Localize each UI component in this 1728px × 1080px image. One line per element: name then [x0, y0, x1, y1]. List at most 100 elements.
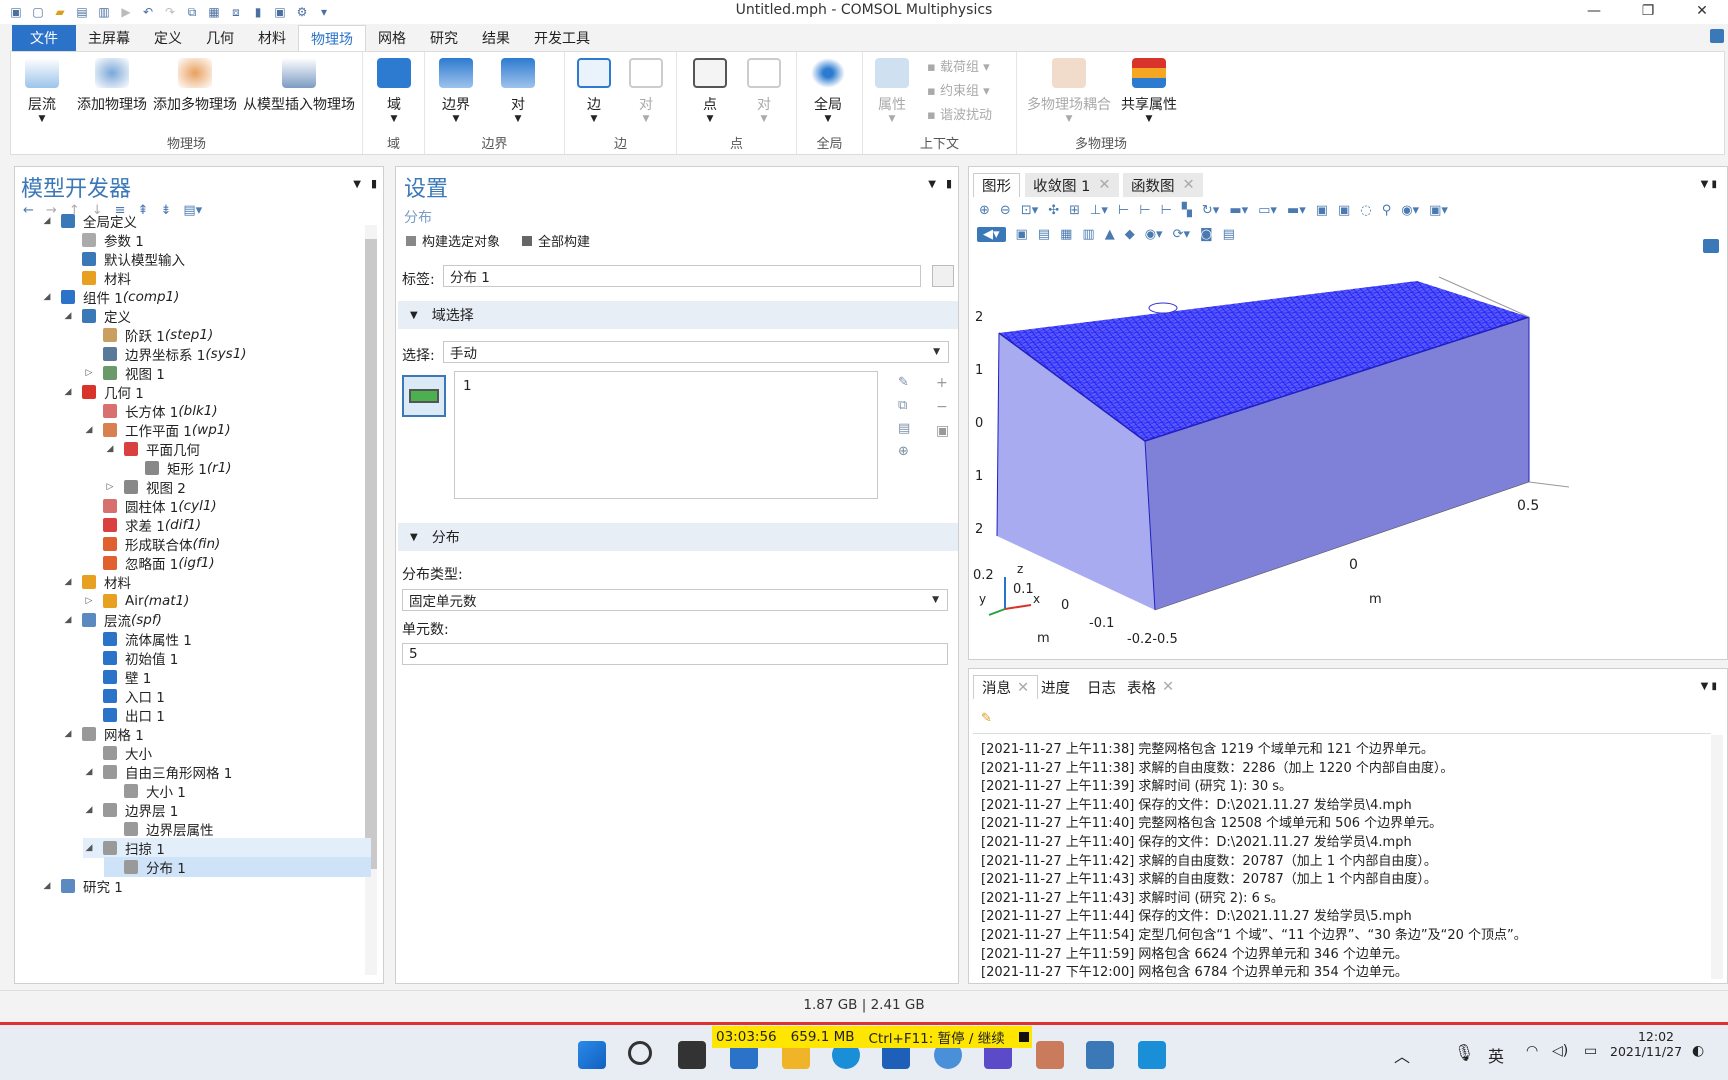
tree-node[interactable]: 圆柱体 1 (cyl1): [83, 496, 217, 516]
view-zx-icon[interactable]: ⊢: [1161, 203, 1172, 218]
panel-menu-icon[interactable]: ▼ ▮: [1701, 179, 1717, 190]
tree-node[interactable]: 大小 1: [104, 781, 186, 801]
go-to-view-icon[interactable]: ▚: [1182, 203, 1192, 218]
app-icon[interactable]: [1036, 1041, 1064, 1069]
tab-home[interactable]: 主屏幕: [76, 25, 142, 51]
tab-log[interactable]: 日志: [1079, 675, 1124, 699]
tree-node[interactable]: 边界坐标系 1 (sys1): [83, 344, 247, 364]
tree-node[interactable]: 忽略面 1 (igf1): [83, 553, 215, 573]
comsol-taskbar-icon[interactable]: [1086, 1041, 1114, 1069]
close-icon[interactable]: ✕: [1684, 0, 1720, 22]
tab-table[interactable]: 表格 ✕: [1119, 675, 1182, 699]
zoom-selection-icon[interactable]: ⊞: [1069, 203, 1080, 218]
expand-toggle-icon[interactable]: ◢: [62, 387, 74, 397]
multiphysics-coupling-button[interactable]: 多物理场耦合 ▼: [1027, 58, 1111, 124]
task-view-icon[interactable]: [678, 1041, 706, 1069]
pin-icon[interactable]: ▮: [946, 177, 952, 190]
battery-icon[interactable]: ▭: [1584, 1043, 1597, 1059]
expand-toggle-icon[interactable]: ▷: [83, 368, 95, 378]
redo-icon[interactable]: ↷: [162, 4, 178, 20]
tab-function-plot[interactable]: 函数图 ✕: [1123, 173, 1203, 197]
tree-node[interactable]: 边界层属性: [104, 819, 214, 839]
number-of-elements-field[interactable]: 5: [402, 643, 948, 665]
save-icon[interactable]: ▤: [74, 4, 90, 20]
tab-definitions[interactable]: 定义: [142, 25, 194, 51]
tree-node[interactable]: ▷ 视图 1: [83, 363, 165, 383]
selection-dropdown[interactable]: 手动: [443, 341, 949, 363]
mesh-3d-view[interactable]: 2 1 0 1 2 0.5 0 0.2 0.1 0 -0.1 -0.2-0.5 …: [969, 247, 1727, 659]
edge-button[interactable]: 边 ▼: [577, 58, 611, 124]
view-yz-icon[interactable]: ⊢: [1139, 203, 1150, 218]
tree-node[interactable]: 参数 1: [62, 230, 144, 250]
tree-node[interactable]: 求差 1 (dif1): [83, 515, 201, 535]
zoom-extents-icon[interactable]: ✣: [1048, 203, 1059, 218]
close-icon[interactable]: ✕: [1098, 177, 1110, 193]
panel-menu-icon[interactable]: ▼ ▮: [1701, 681, 1717, 692]
hide-icon[interactable]: ◌: [1360, 203, 1371, 218]
boundary-button[interactable]: 边界 ▼: [439, 58, 473, 124]
add-multiphysics-button[interactable]: 添加多物理场: [153, 58, 237, 114]
expand-toggle-icon[interactable]: ◢: [62, 311, 74, 321]
tree-node[interactable]: ▷ Air (mat1): [83, 591, 190, 611]
transparency-icon[interactable]: ▣: [1338, 203, 1350, 218]
minimize-icon[interactable]: —: [1576, 0, 1612, 22]
tab-physics[interactable]: 物理场: [298, 25, 366, 51]
remove-icon[interactable]: −: [936, 399, 949, 415]
expand-toggle-icon[interactable]: ◢: [62, 577, 74, 587]
close-icon[interactable]: ✕: [1183, 177, 1195, 193]
wifi-icon[interactable]: ◠: [1526, 1043, 1538, 1059]
tab-progress[interactable]: 进度: [1033, 675, 1078, 699]
collapse-icon[interactable]: ⇟: [160, 203, 171, 218]
label-field[interactable]: 分布 1: [443, 265, 921, 287]
microphone-icon[interactable]: 🎙: [1454, 1043, 1474, 1062]
tree-node[interactable]: ◢ 层流 (spf): [62, 610, 162, 630]
shared-properties-button[interactable]: 共享属性 ▼: [1121, 58, 1177, 124]
paste-selection-icon[interactable]: ✎: [898, 375, 910, 390]
tree-node[interactable]: ◢ 组件 1 (comp1): [41, 287, 180, 307]
window-icon[interactable]: ▣: [272, 4, 288, 20]
tree-node[interactable]: 默认模型输入: [62, 249, 185, 269]
build-selected-button[interactable]: 构建选定对象: [406, 231, 500, 250]
tab-messages[interactable]: 消息 ✕: [973, 675, 1039, 699]
tree-node[interactable]: 初始值 1: [83, 648, 178, 668]
distribution-section[interactable]: ▼ 分布: [398, 523, 958, 551]
close-icon[interactable]: ✕: [1017, 680, 1029, 696]
zoom-in-icon[interactable]: ⊕: [979, 203, 990, 218]
tree-scrollbar-thumb[interactable]: [365, 239, 377, 869]
options-icon[interactable]: ▣▾: [1429, 203, 1448, 218]
constraint-group-button[interactable]: ▪ 约束组 ▾: [927, 80, 990, 99]
view-xy-icon[interactable]: ⊢: [1118, 203, 1129, 218]
duplicate-icon[interactable]: ⧈: [228, 4, 244, 20]
clock[interactable]: 12:02 2021/11/27: [1610, 1029, 1682, 1059]
clear-selection-icon[interactable]: ▤: [898, 421, 910, 436]
expand-toggle-icon[interactable]: ◢: [41, 881, 53, 891]
domain-selection-section[interactable]: ▼ 域选择: [398, 301, 958, 329]
tree-node[interactable]: 出口 1: [83, 705, 165, 725]
close-icon[interactable]: ✕: [1162, 679, 1174, 695]
point-button[interactable]: 点 ▼: [693, 58, 727, 124]
expand-toggle-icon[interactable]: ◢: [83, 767, 95, 777]
tree-node[interactable]: ◢ 自由三角形网格 1: [83, 762, 232, 782]
tree-node[interactable]: ◢ 研究 1: [41, 876, 123, 896]
edge-pair-button[interactable]: 对 ▼: [629, 58, 663, 124]
print-icon[interactable]: ▤: [1223, 227, 1235, 242]
tree-node[interactable]: ◢ 平面几何: [104, 439, 200, 459]
scene-light-icon[interactable]: ▣: [1316, 203, 1328, 218]
expand-toggle-icon[interactable]: ◢: [83, 425, 95, 435]
tree-node[interactable]: ◢ 边界层 1: [83, 800, 178, 820]
model-icon[interactable]: ⚙: [294, 4, 310, 20]
rotate-icon[interactable]: ↻▾: [1202, 203, 1219, 218]
axis-icon[interactable]: ⊥▾: [1090, 203, 1108, 218]
back-icon[interactable]: ←: [23, 203, 34, 218]
select-mode-icon[interactable]: ◀▾: [977, 227, 1006, 242]
run-icon[interactable]: ▶: [118, 4, 134, 20]
messages-scrollbar[interactable]: [1711, 735, 1723, 979]
label-edit-icon[interactable]: [932, 265, 954, 287]
help-icon[interactable]: [1710, 29, 1724, 43]
select-domains-icon[interactable]: ▣: [1016, 227, 1028, 242]
expand-toggle-icon[interactable]: ◢: [104, 444, 116, 454]
expand-toggle-icon[interactable]: ▷: [104, 482, 116, 492]
wireframe-icon[interactable]: ▬▾: [1287, 203, 1306, 218]
tree-node[interactable]: 入口 1: [83, 686, 165, 706]
zoom-box-icon[interactable]: ⊡▾: [1021, 203, 1038, 218]
